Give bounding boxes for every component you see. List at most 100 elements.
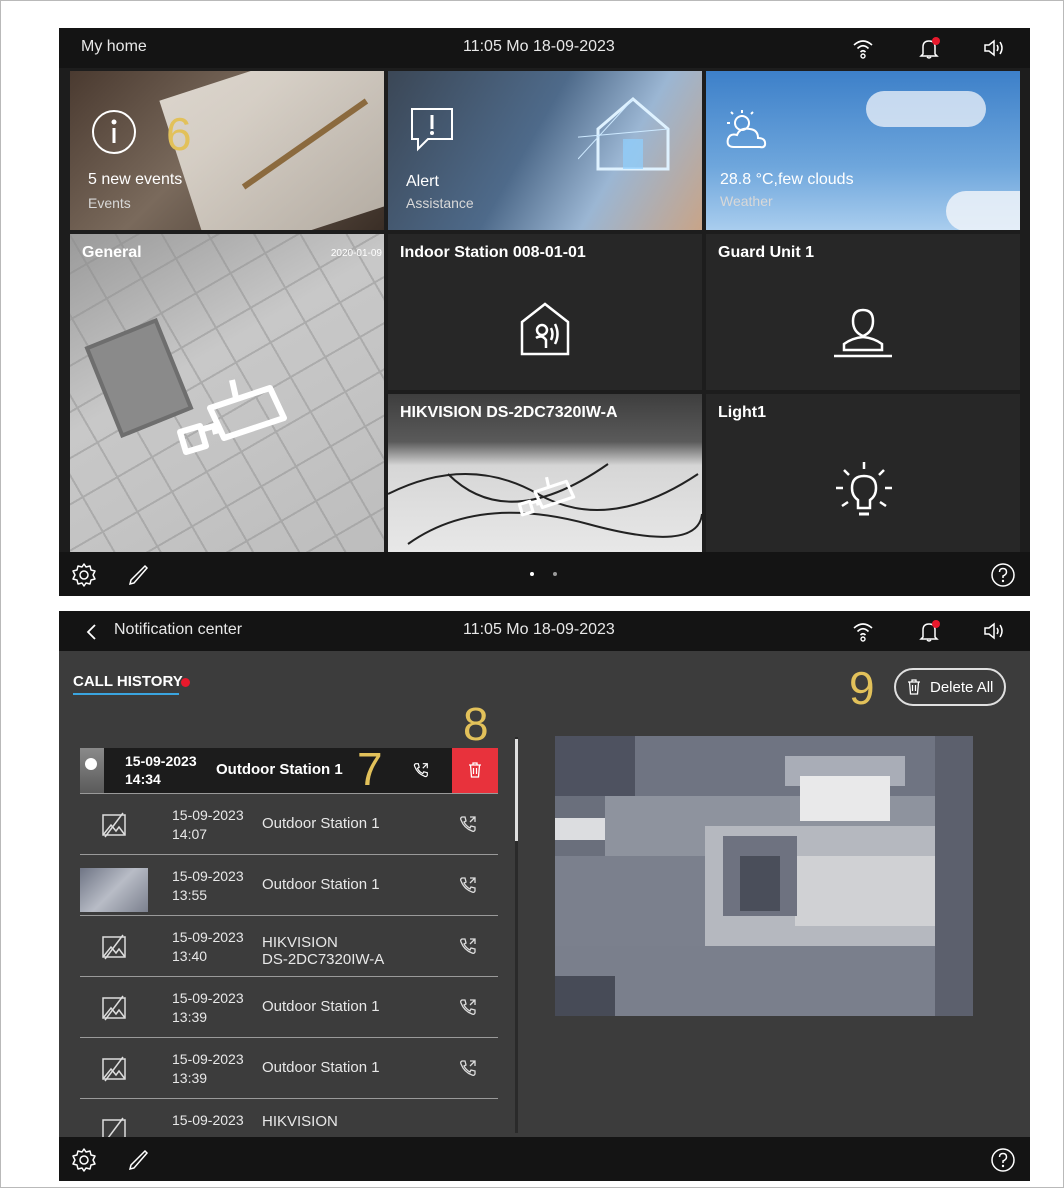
selected-call-row[interactable]: 15-09-2023 14:34 Outdoor Station 1 7 (80, 743, 498, 795)
tile-hikvision-name: HIKVISION DS-2DC7320IW-A (400, 404, 618, 421)
selected-time: 14:34 (125, 771, 161, 787)
camera-icon (517, 476, 576, 517)
tile-indoor-name: Indoor Station 008-01-01 (400, 244, 586, 261)
back-chevron-icon[interactable] (85, 623, 97, 641)
tile-indoor-station[interactable]: Indoor Station 008-01-01 (388, 234, 702, 390)
tile-weather[interactable]: 28.8 °C,few clouds Weather (706, 71, 1020, 230)
tile-guard-unit[interactable]: Guard Unit 1 (706, 234, 1020, 390)
gear-icon[interactable] (71, 562, 97, 588)
house-voice-icon (520, 302, 570, 356)
call-date: 15-09-2023 14:07 (172, 807, 244, 842)
help-icon[interactable] (990, 562, 1016, 588)
delete-all-label: Delete All (930, 679, 994, 696)
call-source: Outdoor Station 1 (262, 815, 380, 832)
camera-icon (177, 379, 287, 455)
call-date: 15-09-2023 13:55 (172, 868, 244, 903)
page-dot[interactable] (553, 572, 557, 576)
play-icon[interactable] (85, 758, 97, 770)
annotation-8: 8 (463, 698, 489, 750)
call-row[interactable]: 15-09-2023 14:07 Outdoor Station 1 (80, 794, 498, 855)
notebook-image (159, 71, 384, 230)
phone-icon[interactable] (412, 761, 430, 779)
phone-icon[interactable] (458, 814, 478, 834)
notification-screen: Notification center 11:05 Mo 18-09-2023 … (59, 611, 1030, 1181)
clock: 11:05 Mo 18-09-2023 (463, 38, 615, 55)
events-count: 6 (166, 108, 192, 160)
tile-events[interactable]: 6 5 new events Events (70, 71, 384, 230)
tile-light-name: Light1 (718, 404, 766, 421)
trash-icon (469, 762, 481, 778)
no-image-icon (102, 995, 126, 1021)
call-source: HIKVISION (262, 1113, 338, 1130)
status-bar: My home 11:05 Mo 18-09-2023 (59, 28, 1030, 68)
page-title: My home (81, 38, 147, 55)
status-bar: Notification center 11:05 Mo 18-09-2023 (59, 611, 1030, 651)
tile-weather-sub: Weather (720, 193, 773, 209)
wifi-icon[interactable] (850, 619, 876, 643)
help-icon[interactable] (990, 1147, 1016, 1173)
speaker-icon[interactable] (981, 619, 1007, 643)
tile-alert-main: Alert (406, 173, 439, 190)
tile-general[interactable]: General 2020-01-09 (70, 234, 384, 553)
page-title: Notification center (114, 621, 243, 638)
phone-icon[interactable] (458, 1058, 478, 1078)
call-row[interactable]: 15-09-2023 13:40 HIKVISION DS-2DC7320IW-A (80, 916, 498, 977)
bell-icon[interactable] (916, 36, 942, 60)
tab-call-history[interactable]: CALL HISTORY (73, 673, 183, 690)
annotation-9: 9 (849, 662, 875, 714)
tile-light[interactable]: Light1 (706, 394, 1020, 553)
pencil-icon[interactable] (125, 1147, 151, 1173)
lightbulb-icon (836, 462, 892, 516)
delete-all-button[interactable]: Delete All (894, 668, 1006, 706)
phone-icon[interactable] (458, 936, 478, 956)
selected-source: Outdoor Station 1 (216, 761, 343, 778)
unread-dot (181, 678, 190, 687)
no-image-icon (102, 934, 126, 960)
call-row[interactable]: 15-09-2023 13:55 Outdoor Station 1 (80, 855, 498, 916)
call-thumbnail (80, 748, 104, 793)
call-row[interactable]: 15-09-2023 13:39 Outdoor Station 1 (80, 1038, 498, 1099)
selected-date: 15-09-2023 (125, 753, 197, 769)
pencil-icon[interactable] (125, 562, 151, 588)
page-dot-active[interactable] (530, 572, 534, 576)
weather-icon (726, 110, 767, 149)
scrollbar-thumb[interactable] (515, 739, 518, 841)
smart-home-graphic (578, 97, 670, 171)
tile-general-name: General (82, 244, 142, 261)
call-source: Outdoor Station 1 (262, 998, 380, 1015)
call-source: Outdoor Station 1 (262, 876, 380, 893)
delete-row-button[interactable] (452, 748, 498, 793)
home-screen: My home 11:05 Mo 18-09-2023 6 5 new even… (59, 28, 1030, 596)
annotation-7: 7 (357, 743, 383, 795)
call-date: 15-09-2023 13:39 (172, 1051, 244, 1086)
tile-events-main: 5 new events (88, 171, 183, 188)
cloud-image-2 (946, 191, 1020, 230)
wifi-icon[interactable] (850, 36, 876, 60)
speaker-icon[interactable] (981, 36, 1007, 60)
call-snapshot-preview (555, 736, 973, 1016)
phone-icon[interactable] (458, 875, 478, 895)
cloud-image (866, 91, 986, 127)
call-thumbnail (80, 868, 148, 912)
info-icon (92, 110, 136, 154)
tile-alert[interactable]: Alert Assistance (388, 71, 702, 230)
camera-timestamp: 2020-01-09 (330, 248, 382, 259)
call-date: 15-09-2023 13:40 (172, 929, 244, 964)
tile-weather-main: 28.8 °C,few clouds (720, 171, 854, 188)
tile-guard-name: Guard Unit 1 (718, 244, 815, 261)
call-row[interactable]: 15-09-2023 13:39 Outdoor Station 1 (80, 977, 498, 1038)
gear-icon[interactable] (71, 1147, 97, 1173)
clock: 11:05 Mo 18-09-2023 (463, 621, 615, 638)
bell-icon[interactable] (916, 619, 942, 643)
alert-icon (411, 108, 453, 152)
bottom-bar (59, 1137, 1030, 1181)
call-date: 15-09-2023 13:39 (172, 990, 244, 1025)
tab-underline (73, 693, 179, 695)
tile-hikvision[interactable]: HIKVISION DS-2DC7320IW-A (388, 394, 702, 553)
tile-events-sub: Events (88, 195, 131, 211)
trash-icon (908, 679, 920, 695)
call-source: Outdoor Station 1 (262, 1059, 380, 1076)
tile-alert-sub: Assistance (406, 195, 474, 211)
phone-icon[interactable] (458, 997, 478, 1017)
no-image-icon (102, 1056, 126, 1082)
